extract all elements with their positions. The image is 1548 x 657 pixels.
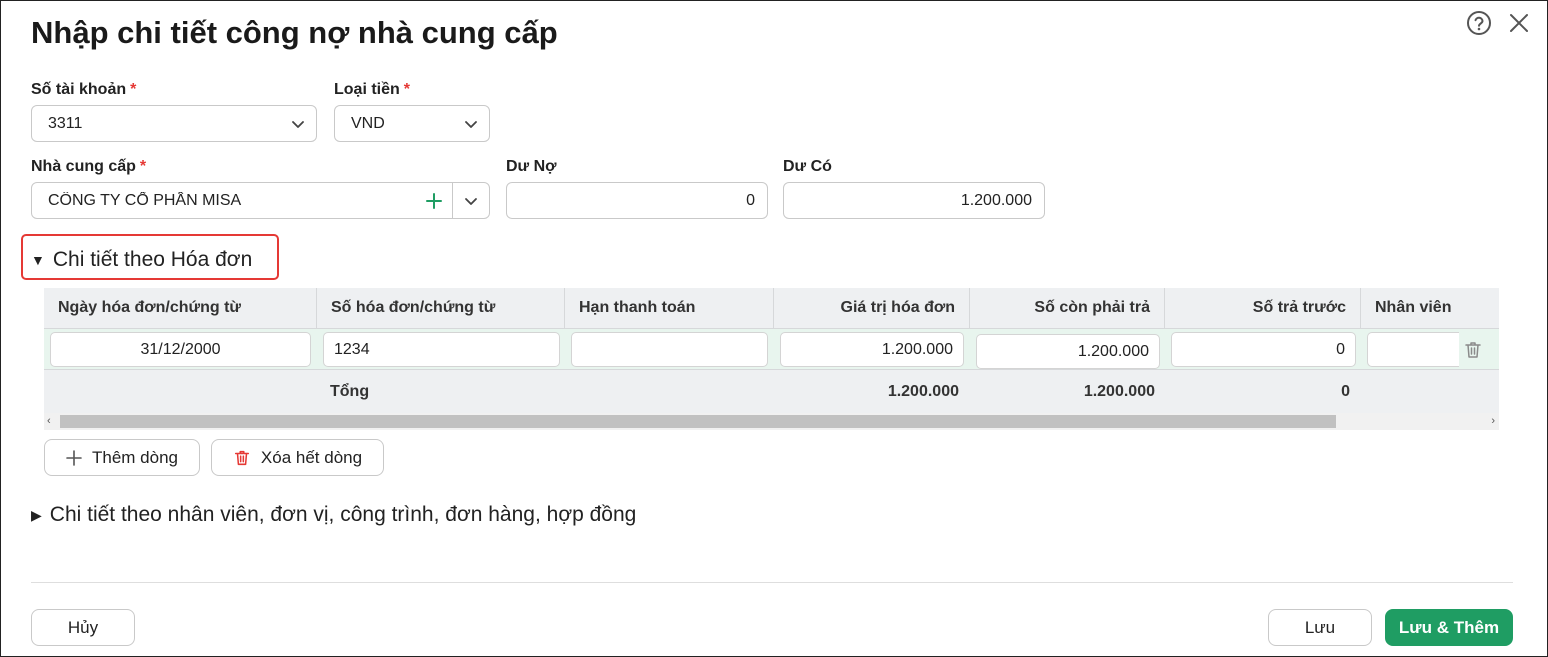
supplier-select[interactable]: CÔNG TY CỔ PHẦN MISA — [31, 182, 490, 219]
table-row: 31/12/2000 1234 1.200.000 1.200.000 0 — [44, 328, 1499, 370]
col-header-remaining: Số còn phải trả — [970, 288, 1165, 328]
delete-all-rows-label: Xóa hết dòng — [260, 447, 363, 467]
col-header-due: Hạn thanh toán — [565, 288, 774, 328]
credit-value: 1.200.000 — [960, 191, 1032, 209]
employee-section-label: Chi tiết theo nhân viên, đơn vị, công tr… — [49, 503, 637, 526]
add-supplier-plus-icon[interactable] — [416, 183, 452, 218]
debit-input[interactable]: 0 — [506, 182, 768, 219]
total-label: Tổng — [330, 383, 370, 400]
chevron-down-icon[interactable] — [453, 183, 489, 218]
chevron-down-icon[interactable] — [453, 106, 489, 141]
footer-divider — [31, 582, 1513, 583]
grid-total-row: Tổng 1.200.000 1.200.000 0 — [44, 372, 1499, 412]
delete-all-rows-button[interactable]: Xóa hết dòng — [211, 439, 384, 476]
supplier-debt-dialog: Nhập chi tiết công nợ nhà cung cấp Số tà… — [0, 0, 1548, 657]
total-invoice-value: 1.200.000 — [887, 383, 959, 400]
due-date-input[interactable] — [571, 332, 768, 367]
total-remaining: 1.200.000 — [1083, 383, 1155, 400]
col-header-number: Số hóa đơn/chứng từ — [317, 288, 565, 328]
invoice-number-input[interactable]: 1234 — [323, 332, 560, 367]
title-bar-actions — [1465, 9, 1533, 37]
trash-icon — [234, 450, 249, 465]
credit-label: Dư Có — [783, 158, 832, 175]
debit-value: 0 — [746, 191, 755, 209]
plus-icon — [66, 449, 82, 466]
caret-down-icon: ▼ — [31, 252, 45, 268]
invoice-value-input[interactable]: 1.200.000 — [780, 332, 964, 367]
close-icon[interactable] — [1505, 9, 1533, 37]
cancel-button[interactable]: Hủy — [31, 609, 135, 646]
debit-label: Dư Nợ — [506, 158, 557, 175]
account-label: Số tài khoản * — [31, 81, 137, 98]
supplier-label: Nhà cung cấp * — [31, 158, 147, 175]
save-button[interactable]: Lưu — [1268, 609, 1372, 646]
col-header-employee: Nhân viên — [1375, 299, 1452, 316]
employee-section-toggle[interactable]: ▶ Chi tiết theo nhân viên, đơn vị, công … — [31, 503, 636, 527]
total-prepaid: 0 — [1341, 383, 1350, 400]
horizontal-scrollbar[interactable]: ‹ › — [44, 413, 1499, 430]
help-icon[interactable] — [1465, 9, 1493, 37]
account-select[interactable]: 3311 — [31, 105, 317, 142]
grid-header: Ngày hóa đơn/chứng từ Số hóa đơn/chứng t… — [44, 288, 1499, 328]
scroll-left-icon[interactable]: ‹ — [47, 413, 51, 430]
employee-input[interactable] — [1367, 332, 1459, 367]
dialog-title: Nhập chi tiết công nợ nhà cung cấp — [31, 15, 558, 50]
invoice-section-label: Chi tiết theo Hóa đơn — [52, 248, 253, 271]
supplier-value: CÔNG TY CỔ PHẦN MISA — [48, 191, 242, 209]
credit-input[interactable]: 1.200.000 — [783, 182, 1045, 219]
invoice-section-toggle[interactable]: ▼ Chi tiết theo Hóa đơn — [31, 248, 252, 272]
scrollbar-thumb[interactable] — [60, 415, 1336, 428]
currency-value: VND — [351, 114, 385, 132]
account-value: 3311 — [48, 114, 83, 132]
save-and-add-button[interactable]: Lưu & Thêm — [1385, 609, 1513, 646]
add-row-label: Thêm dòng — [92, 447, 178, 467]
col-header-date: Ngày hóa đơn/chứng từ — [44, 288, 317, 328]
scroll-right-icon[interactable]: › — [1491, 413, 1495, 430]
invoice-date-input[interactable]: 31/12/2000 — [50, 332, 311, 367]
prepaid-input[interactable]: 0 — [1171, 332, 1356, 367]
currency-select[interactable]: VND — [334, 105, 490, 142]
add-row-button[interactable]: Thêm dòng — [44, 439, 200, 476]
trash-icon[interactable] — [1461, 338, 1485, 362]
col-header-value: Giá trị hóa đơn — [774, 288, 970, 328]
chevron-down-icon[interactable] — [280, 106, 316, 141]
caret-right-icon: ▶ — [31, 506, 42, 523]
invoice-grid: Ngày hóa đơn/chứng từ Số hóa đơn/chứng t… — [44, 288, 1499, 430]
col-header-prepaid: Số trả trước — [1165, 288, 1361, 328]
currency-label: Loại tiền * — [334, 81, 411, 98]
remaining-input[interactable]: 1.200.000 — [976, 334, 1160, 369]
